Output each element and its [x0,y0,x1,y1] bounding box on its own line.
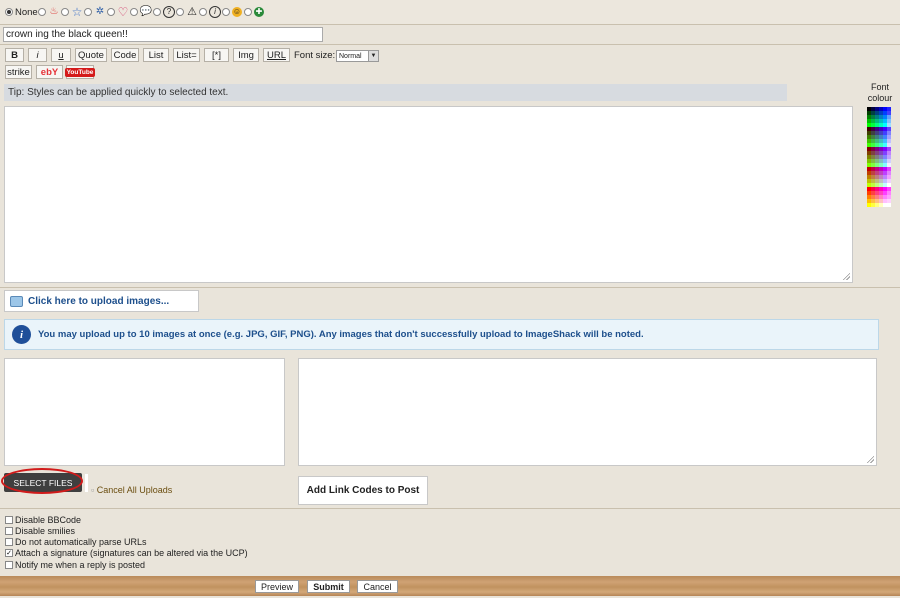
radio-smiley[interactable] [222,8,230,16]
resize-grip-icon[interactable] [842,272,850,280]
radio-thumbs[interactable] [244,8,252,16]
icon-option-heart[interactable]: ♡ [107,5,129,19]
font-size-value: Normal [339,52,362,60]
option-label: Notify me when a reply is posted [15,559,146,570]
icon-option-none[interactable]: None [5,5,38,19]
radio-star[interactable] [61,8,69,16]
youtube-icon: YouTube [64,67,96,77]
italic-button[interactable]: i [28,48,47,62]
font-colour-palette[interactable] [867,107,895,207]
radio-warning[interactable] [176,8,184,16]
resize-grip-icon[interactable] [866,455,874,463]
submit-button[interactable]: Submit [307,580,350,593]
divider [85,474,88,492]
chevron-down-icon[interactable]: ▼ [368,51,378,61]
checkbox-checked[interactable]: ✓ [5,548,13,557]
colour-swatch[interactable] [887,203,891,207]
option-label: Disable smilies [15,525,76,536]
list-item-button[interactable]: [*] [204,48,229,62]
icon-option-warning[interactable]: ⚠ [176,5,198,19]
list-button[interactable]: List [143,48,169,62]
ebay-button[interactable]: ebY [36,65,63,79]
font-colour-label: Font colour [860,82,900,104]
icon-option-fire[interactable]: ♨ [38,5,60,19]
radio-question[interactable] [153,8,161,16]
info-icon: i [209,6,221,18]
upload-icon [10,295,23,307]
option-no-parse-urls[interactable]: Do not automatically parse URLs [5,536,147,547]
radio-info[interactable] [199,8,207,16]
icon-option-question[interactable]: ? [153,5,175,19]
checkbox[interactable] [5,560,13,569]
youtube-button[interactable]: YouTube [64,65,96,79]
option-label: Do not automatically parse URLs [15,536,147,547]
checkbox[interactable] [5,526,13,535]
quote-button[interactable]: Quote [75,48,107,62]
code-button[interactable]: Code [111,48,139,62]
icon-option-thumbs[interactable]: ✚ [244,5,264,19]
ordered-list-button[interactable]: List= [173,48,200,62]
ebay-icon: ebY [40,66,59,78]
font-size-label: Font size: [294,50,336,61]
upload-link-text: Click here to upload images... [28,295,170,307]
bullet-icon: ▫ [91,485,95,495]
font-colour-label-line1: Font [870,82,889,92]
option-disable-smilies[interactable]: Disable smilies [5,525,75,536]
icon-none-label: None [15,6,38,18]
radio-speech[interactable] [130,8,138,16]
option-disable-bbcode[interactable]: Disable BBCode [5,514,81,525]
star-icon: ☆ [71,5,83,19]
bold-button[interactable]: B [5,48,24,62]
option-label: Attach a signature (signatures can be al… [15,547,248,558]
footer-bar [0,576,900,596]
divider [0,44,900,45]
option-label: Disable BBCode [15,514,82,525]
tip-bar: Tip: Styles can be applied quickly to se… [4,84,787,101]
recycle-icon: ✲ [95,6,105,17]
question-icon: ? [163,6,175,18]
img-button[interactable]: Img [233,48,259,62]
option-notify-reply[interactable]: Notify me when a reply is posted [5,559,145,570]
icon-option-info[interactable]: i [199,5,221,19]
fire-icon: ♨ [49,6,59,17]
icon-option-smiley[interactable]: ☺ [222,5,242,19]
divider [0,287,900,288]
url-button[interactable]: URL [263,48,290,62]
highlight-circle [1,468,83,494]
font-size-select[interactable]: Normal ▼ [336,50,379,62]
upload-images-link[interactable]: Click here to upload images... [4,290,199,312]
message-textarea[interactable] [4,106,853,283]
option-attach-signature[interactable]: ✓ Attach a signature (signatures can be a… [5,547,248,558]
add-link-codes-button[interactable]: Add Link Codes to Post [298,476,428,505]
underline-button[interactable]: u [51,48,71,62]
radio-recycle[interactable] [84,8,92,16]
checkbox[interactable] [5,537,13,546]
warning-icon: ⚠ [187,6,197,18]
divider [0,508,900,509]
subject-input[interactable]: crown ing the black queen!! [3,27,323,42]
cancel-button[interactable]: Cancel [357,580,398,593]
icon-option-recycle[interactable]: ✲ [84,5,106,19]
upload-info-text: You may upload up to 10 images at once (… [38,329,644,340]
radio-fire[interactable] [38,8,46,16]
checkbox[interactable] [5,515,13,524]
strike-button[interactable]: strike [5,65,32,79]
cancel-all-uploads-link[interactable]: ▫ Cancel All Uploads [91,485,172,495]
upload-queue-panel [4,358,285,466]
thumbs-icon: ✚ [254,7,264,17]
radio-heart[interactable] [107,8,115,16]
smiley-icon: ☺ [232,7,242,17]
info-icon: i [12,325,31,344]
icon-option-star[interactable]: ☆ [61,5,83,19]
upload-info-bar: i You may upload up to 10 images at once… [4,319,879,350]
speech-bubble-icon: 💬 [139,6,153,17]
cancel-all-uploads-label: Cancel All Uploads [96,485,173,495]
radio-none[interactable] [5,8,13,16]
heart-icon: ♡ [117,5,129,19]
preview-button[interactable]: Preview [255,580,299,593]
font-colour-label-line2: colour [867,93,893,103]
post-icon-row: None ♨ ☆ ✲ ♡ 💬 ? ⚠ i ☺ ✚ [0,0,900,25]
icon-option-speech[interactable]: 💬 [130,5,152,19]
upload-results-textarea[interactable] [298,358,877,466]
